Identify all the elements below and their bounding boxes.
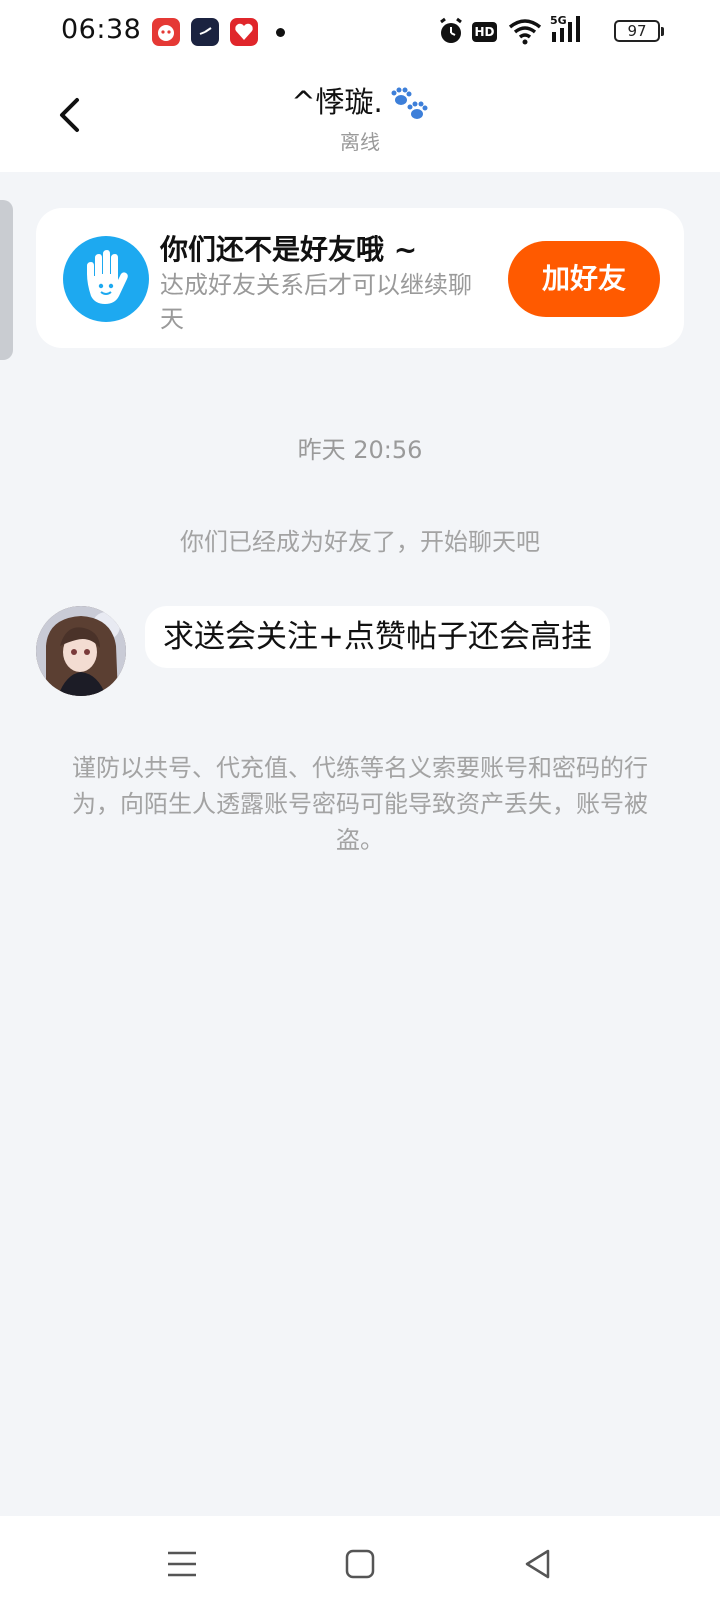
card-description: 达成好友关系后才可以继续聊天 (160, 271, 472, 333)
chevron-left-icon[interactable] (48, 92, 94, 138)
not-friends-card: 你们还不是好友哦 ~ 达成好友关系后才可以继续聊天 加好友 (36, 208, 684, 348)
back-triangle-icon[interactable] (518, 1544, 558, 1584)
system-message: 你们已经成为好友了，开始聊天吧 (180, 528, 540, 556)
contact-name-row: ^悸璇. (160, 84, 560, 122)
notification-dot-icon (276, 28, 285, 37)
wifi-icon (508, 19, 542, 45)
paw-prints-icon (391, 87, 428, 119)
5g-signal-icon: 5G (548, 12, 588, 46)
status-time: 06:38 (61, 14, 142, 45)
card-title: 你们还不是好友哦 ~ (160, 233, 418, 266)
status-bar: 06:38 HD 5G 97 (0, 0, 720, 66)
message-timestamp: 昨天 20:56 (297, 436, 423, 464)
chat-header: ^悸璇. 离线 (0, 66, 720, 172)
message-bubble[interactable]: 求送会关注+点赞帖子还会高挂 (145, 606, 610, 668)
contact-name: ^悸璇. (291, 85, 383, 119)
battery-level: 97 (627, 22, 647, 40)
clock-app-icon (191, 18, 219, 46)
home-square-icon[interactable] (340, 1544, 380, 1584)
waving-hand-icon (63, 236, 149, 322)
battery-tip (661, 27, 664, 36)
anime-girl-avatar[interactable] (36, 606, 126, 696)
red-panda-app-icon (152, 18, 180, 46)
security-warning: 谨防以共号、代充值、代练等名义索要账号和密码的行为，向陌生人透露账号密码可能导致… (72, 754, 648, 854)
battery-icon: 97 (614, 20, 660, 42)
menu-icon[interactable] (162, 1544, 202, 1584)
system-nav-bar (0, 1516, 720, 1612)
alarm-icon (440, 17, 462, 43)
contact-title: ^悸璇. 离线 (160, 84, 560, 155)
online-status: 离线 (340, 130, 380, 154)
add-friend-button[interactable]: 加好友 (508, 241, 660, 317)
side-drawer-handle[interactable] (0, 200, 13, 360)
hd-icon: HD (472, 22, 497, 42)
shopping-app-icon (230, 18, 258, 46)
